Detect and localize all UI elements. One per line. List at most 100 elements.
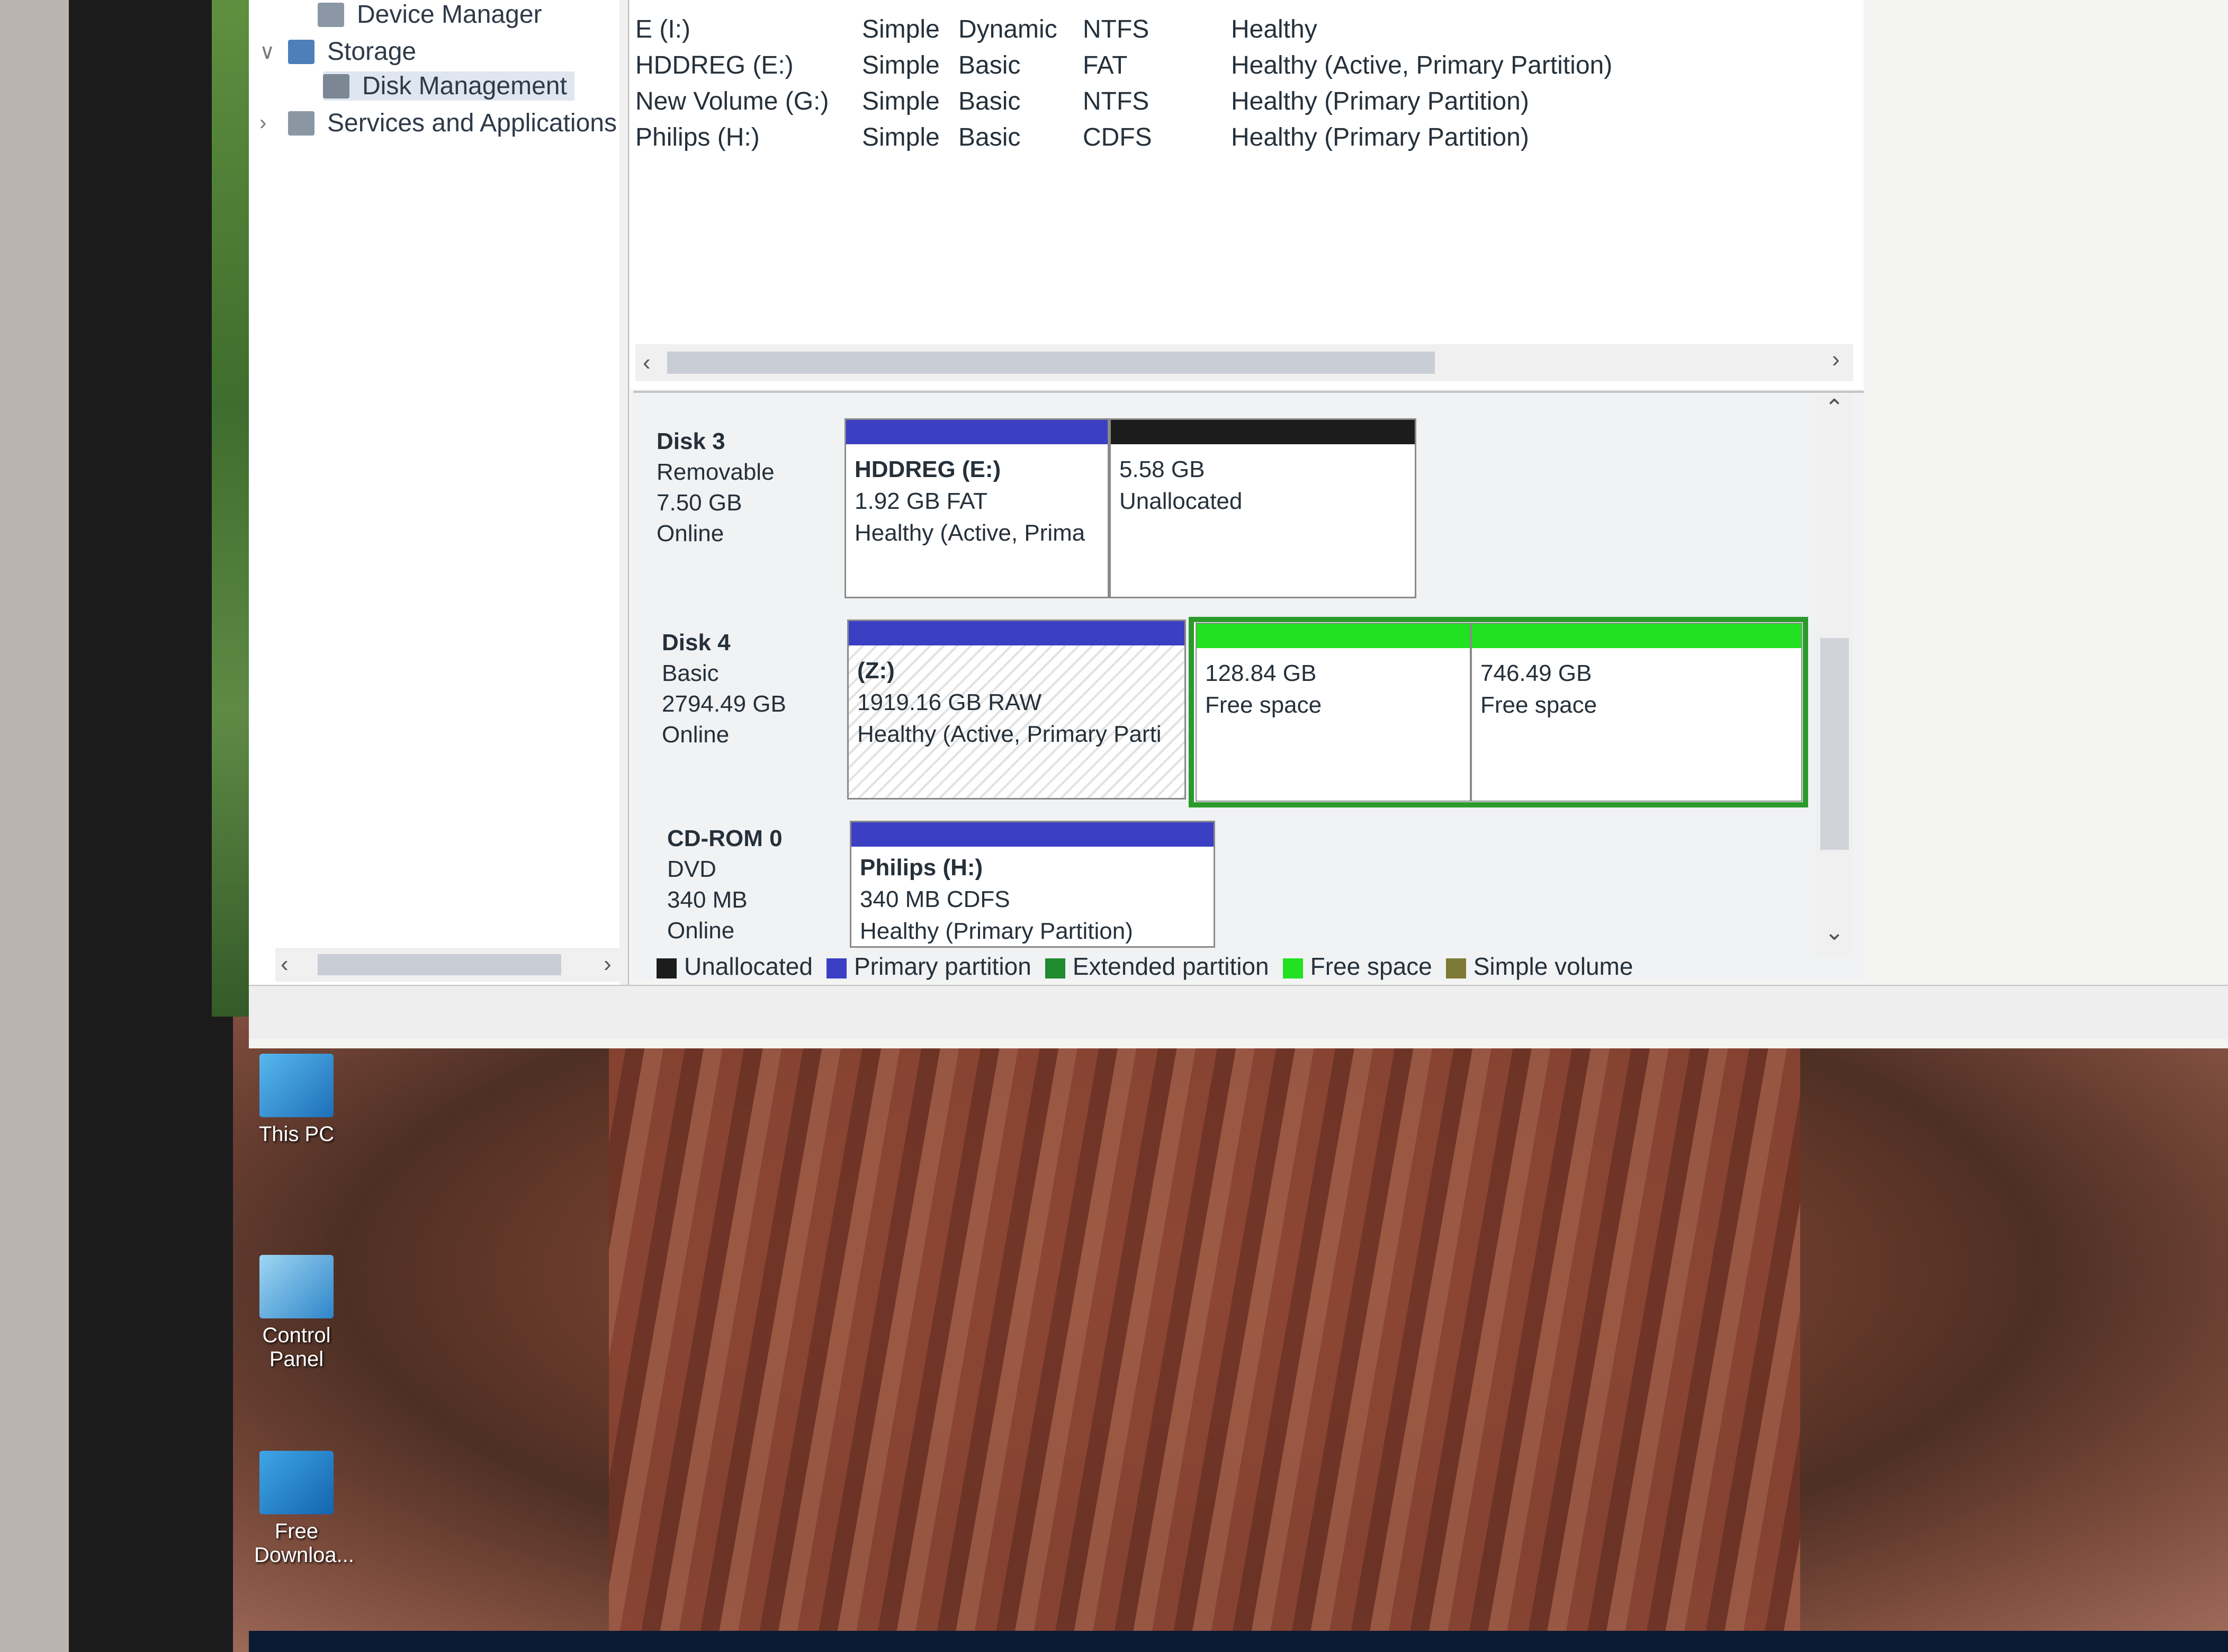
scrollbar-thumb[interactable] (1820, 638, 1849, 850)
partition-color-bar (1111, 420, 1415, 444)
volume-status: Healthy (Active, Primary Partition) (1231, 51, 1613, 79)
legend-swatch (657, 958, 677, 978)
volume-type: Dynamic (958, 15, 1057, 43)
partition-free-space-2[interactable]: 746.49 GB Free space (1471, 623, 1802, 802)
legend-swatch (1282, 958, 1303, 978)
scrollbar-thumb[interactable] (667, 352, 1435, 374)
legend-swatch (1045, 958, 1065, 978)
partition-status: Healthy (Active, Primary Parti (857, 721, 1162, 747)
volume-type: Basic (958, 87, 1021, 115)
volume-list-horizontal-scrollbar[interactable]: ‹ › (635, 344, 1853, 381)
control-panel-icon (259, 1255, 334, 1318)
volume-name: Philips (H:) (635, 123, 760, 151)
volume-layout: Simple (862, 123, 940, 151)
services-icon (288, 111, 315, 136)
disk-4-header[interactable]: Disk 4 Basic 2794.49 GB Online (662, 627, 863, 750)
legend-label: Unallocated (684, 953, 813, 980)
volume-status: Healthy (Primary Partition) (1231, 123, 1529, 151)
desktop-icon-label: Free Downloa... (254, 1520, 354, 1567)
legend-label: Extended partition (1072, 953, 1269, 980)
partition-free-space-1[interactable]: 128.84 GB Free space (1196, 623, 1471, 802)
disk-name: Disk 4 (662, 630, 731, 656)
scroll-right-icon[interactable]: › (604, 951, 612, 977)
disk-state: Online (667, 918, 735, 944)
disk-3-header[interactable]: Disk 3 Removable 7.50 GB Online (657, 426, 858, 549)
legend-swatch (826, 958, 847, 978)
partition-hddreg[interactable]: HDDREG (E:) 1.92 GB FAT Healthy (Active,… (845, 418, 1109, 598)
legend-unallocated: Unallocated (657, 952, 813, 981)
disk-management-icon (323, 74, 349, 98)
scroll-down-icon[interactable]: ⌄ (1825, 919, 1844, 946)
disk-kind: DVD (667, 856, 716, 882)
disk-name: CD-ROM 0 (667, 825, 783, 851)
nav-item-label: Device Manager (357, 1, 542, 29)
volume-type: Basic (958, 123, 1021, 151)
volume-name: New Volume (G:) (635, 87, 829, 115)
scroll-left-icon[interactable]: ‹ (643, 349, 651, 376)
nav-item-label: Services and Applications (327, 109, 617, 137)
legend-swatch (1445, 958, 1466, 978)
desktop-icon-label: This PC (258, 1123, 335, 1146)
storage-icon (288, 39, 315, 64)
partition-title: (Z:) (857, 658, 895, 684)
volume-filesystem: FAT (1083, 51, 1128, 79)
nav-item-label: Disk Management (362, 72, 567, 100)
scroll-left-icon[interactable]: ‹ (281, 951, 289, 977)
desktop-icon-this-pc[interactable]: This PC (254, 1054, 339, 1146)
partition-color-bar (849, 621, 1184, 645)
partition-color-bar (851, 822, 1214, 847)
volume-filesystem: NTFS (1083, 87, 1149, 115)
partition-z-raw[interactable]: (Z:) 1919.16 GB RAW Healthy (Active, Pri… (847, 620, 1186, 800)
scroll-up-icon[interactable]: ⌃ (1825, 394, 1844, 421)
partition-status: Healthy (Primary Partition) (860, 918, 1133, 944)
partition-size: 746.49 GB (1480, 660, 1592, 686)
desktop-icon-label: Control Panel (262, 1324, 331, 1371)
scrollbar-thumb[interactable] (318, 954, 561, 975)
chevron-down-icon[interactable]: ∨ (259, 40, 275, 64)
partition-philips-cdfs[interactable]: Philips (H:) 340 MB CDFS Healthy (Primar… (850, 821, 1215, 948)
partition-unallocated[interactable]: 5.58 GB Unallocated (1109, 418, 1416, 598)
disk-state: Online (662, 722, 730, 748)
volume-name: E (I:) (635, 15, 690, 43)
desktop-icon-free-download[interactable]: Free Downloa... (254, 1451, 354, 1567)
nav-item-disk-management[interactable]: Disk Management (323, 71, 574, 101)
disk-legend: Unallocated Primary partition Extended p… (657, 948, 1633, 985)
disk-kind: Removable (657, 459, 775, 485)
disk-kind: Basic (662, 660, 719, 686)
nav-item-label: Storage (327, 38, 417, 66)
volume-type: Basic (958, 51, 1021, 79)
partition-color-bar (1472, 624, 1801, 648)
scroll-right-icon[interactable]: › (1832, 346, 1840, 373)
partition-status: Healthy (Active, Prima (855, 520, 1085, 546)
disk-size: 7.50 GB (657, 490, 742, 516)
cdrom-0-header[interactable]: CD-ROM 0 DVD 340 MB Online (667, 823, 868, 946)
legend-simple-volume: Simple volume (1445, 952, 1633, 981)
disk-view-vertical-scrollbar[interactable]: ⌃ ⌄ (1816, 394, 1853, 956)
volume-name: HDDREG (E:) (635, 51, 794, 79)
volume-layout: Simple (862, 51, 940, 79)
legend-label: Simple volume (1473, 953, 1633, 980)
desktop-icon-control-panel[interactable]: Control Panel (254, 1255, 339, 1371)
volume-layout: Simple (862, 87, 940, 115)
partition-color-bar (1197, 624, 1470, 648)
disk-state: Online (657, 520, 724, 546)
taskbar[interactable] (249, 1631, 2228, 1652)
device-manager-icon (318, 2, 344, 27)
partition-status: Unallocated (1119, 488, 1243, 514)
download-arrow-icon (259, 1451, 334, 1514)
partition-size: 1.92 GB FAT (855, 488, 988, 514)
volume-filesystem: NTFS (1083, 15, 1149, 43)
disk-name: Disk 3 (657, 428, 725, 454)
partition-size: 1919.16 GB RAW (857, 689, 1042, 715)
legend-label: Primary partition (854, 953, 1031, 980)
volume-status: Healthy (Primary Partition) (1231, 87, 1529, 115)
nav-item-device-manager[interactable]: Device Manager (318, 0, 542, 29)
chevron-right-icon[interactable]: › (259, 111, 275, 135)
navigation-tree[interactable]: Device Manager ∨ Storage Disk Management… (249, 0, 621, 985)
nav-item-storage[interactable]: ∨ Storage (259, 37, 416, 66)
volume-filesystem: CDFS (1083, 123, 1152, 151)
legend-extended-partition: Extended partition (1045, 952, 1269, 981)
nav-item-services-and-applications[interactable]: › Services and Applications (259, 109, 617, 138)
nav-horizontal-scrollbar[interactable]: ‹ › (275, 948, 625, 982)
pane-splitter[interactable] (619, 0, 629, 985)
